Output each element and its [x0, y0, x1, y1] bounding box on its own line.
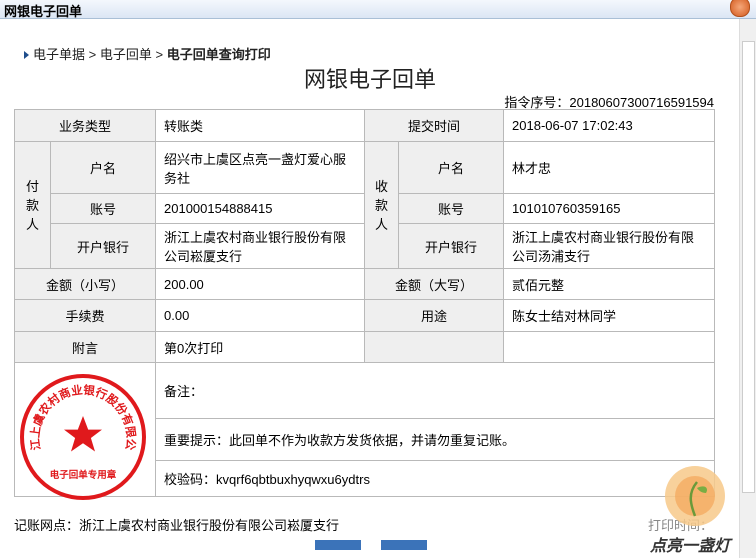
watermark: 点亮一盏灯 — [650, 458, 740, 555]
amount-upper-label: 金额（大写） — [364, 268, 505, 300]
branch-label: 记账网点： — [14, 518, 80, 533]
window-title: 网银电子回单 — [4, 4, 83, 19]
purpose-value: 陈女士结对林同学 — [503, 299, 716, 332]
biz-type-label: 业务类型 — [13, 109, 157, 142]
watermark-logo-icon — [665, 466, 725, 526]
page-title: 网银电子回单 — [303, 67, 436, 92]
purpose-label: 用途 — [364, 299, 505, 332]
payer-bank-value: 浙江上虞农村商业银行股份有限公司崧厦支行 — [155, 223, 366, 269]
seal-center-text: 电子回单专用章 — [50, 469, 117, 481]
payer-side-label: 付款人 — [14, 141, 51, 269]
breadcrumb-current: 电子回单查询打印 — [166, 47, 271, 62]
scrollbar-thumb[interactable] — [742, 41, 755, 493]
close-icon[interactable] — [730, 0, 750, 17]
payee-account-value: 101010760359165 — [503, 193, 716, 224]
footer-branch: 记账网点：浙江上虞农村商业银行股份有限公司崧厦支行 — [14, 515, 339, 534]
payee-account-label: 账号 — [398, 193, 505, 224]
submit-time-value: 2018-06-07 17:02:43 — [503, 109, 716, 142]
breadcrumb-arrow-icon — [24, 51, 29, 59]
breadcrumb-sep: > — [155, 47, 164, 62]
amount-lower-label: 金额（小写） — [13, 268, 157, 300]
close-button[interactable] — [381, 540, 427, 550]
payee-side-label: 收款人 — [364, 141, 400, 269]
breadcrumb-item-docs[interactable]: 电子单据 — [33, 47, 85, 62]
bank-seal: 浙江上虞农村商业银行股份有限公司 电子回单专用章 — [18, 372, 146, 500]
verify-value: kvqrf6qbtbuxhyqwxu6ydtrs — [216, 472, 370, 487]
payee-bank-label: 开户银行 — [398, 223, 505, 269]
window-titlebar: 网银电子回单 — [0, 0, 756, 19]
remark-cell: 备注： — [155, 362, 716, 419]
biz-type-value: 转账类 — [155, 109, 366, 142]
watermark-text: 点亮一盏灯 — [650, 536, 731, 555]
amount-upper-value: 贰佰元整 — [503, 268, 716, 300]
empty-value-cell — [503, 331, 716, 363]
verify-cell: 校验码：kvqrf6qbtbuxhyqwxu6ydtrs — [155, 460, 716, 497]
branch-value: 浙江上虞农村商业银行股份有限公司崧厦支行 — [79, 518, 340, 533]
payer-name-value: 绍兴市上虞区点亮一盏灯爱心服务社 — [155, 141, 366, 194]
payer-account-value: 201000154888415 — [155, 193, 366, 224]
payee-name-label: 户名 — [398, 141, 505, 194]
remark-label: 备注： — [164, 384, 204, 399]
fee-value: 0.00 — [155, 299, 366, 332]
serial-label: 指令序号： — [504, 95, 570, 110]
payer-account-label: 账号 — [49, 193, 157, 224]
payer-name-label: 户名 — [49, 141, 157, 194]
print-button[interactable] — [315, 540, 361, 550]
notice-text: 重要提示：此回单不作为收款方发货依据，并请勿重复记账。 — [155, 418, 716, 461]
payee-name-value: 林才忠 — [503, 141, 716, 194]
breadcrumb-sep: > — [88, 47, 97, 62]
submit-time-label: 提交时间 — [364, 109, 505, 142]
payee-bank-value: 浙江上虞农村商业银行股份有限公司汤浦支行 — [503, 223, 716, 269]
postscript-value: 第0次打印 — [155, 331, 366, 363]
verify-label: 校验码： — [164, 472, 217, 487]
vertical-scrollbar[interactable] — [739, 19, 756, 558]
postscript-label: 附言 — [13, 331, 157, 363]
payer-bank-label: 开户银行 — [49, 223, 157, 269]
fee-label: 手续费 — [13, 299, 157, 332]
amount-lower-value: 200.00 — [155, 268, 366, 300]
serial-value: 20180607300716591594 — [569, 95, 714, 110]
breadcrumb-item-receipts[interactable]: 电子回单 — [100, 47, 152, 62]
seal-star-icon — [64, 416, 102, 452]
empty-label-cell — [364, 331, 505, 363]
breadcrumb: 电子单据 > 电子回单 > 电子回单查询打印 — [24, 44, 271, 63]
